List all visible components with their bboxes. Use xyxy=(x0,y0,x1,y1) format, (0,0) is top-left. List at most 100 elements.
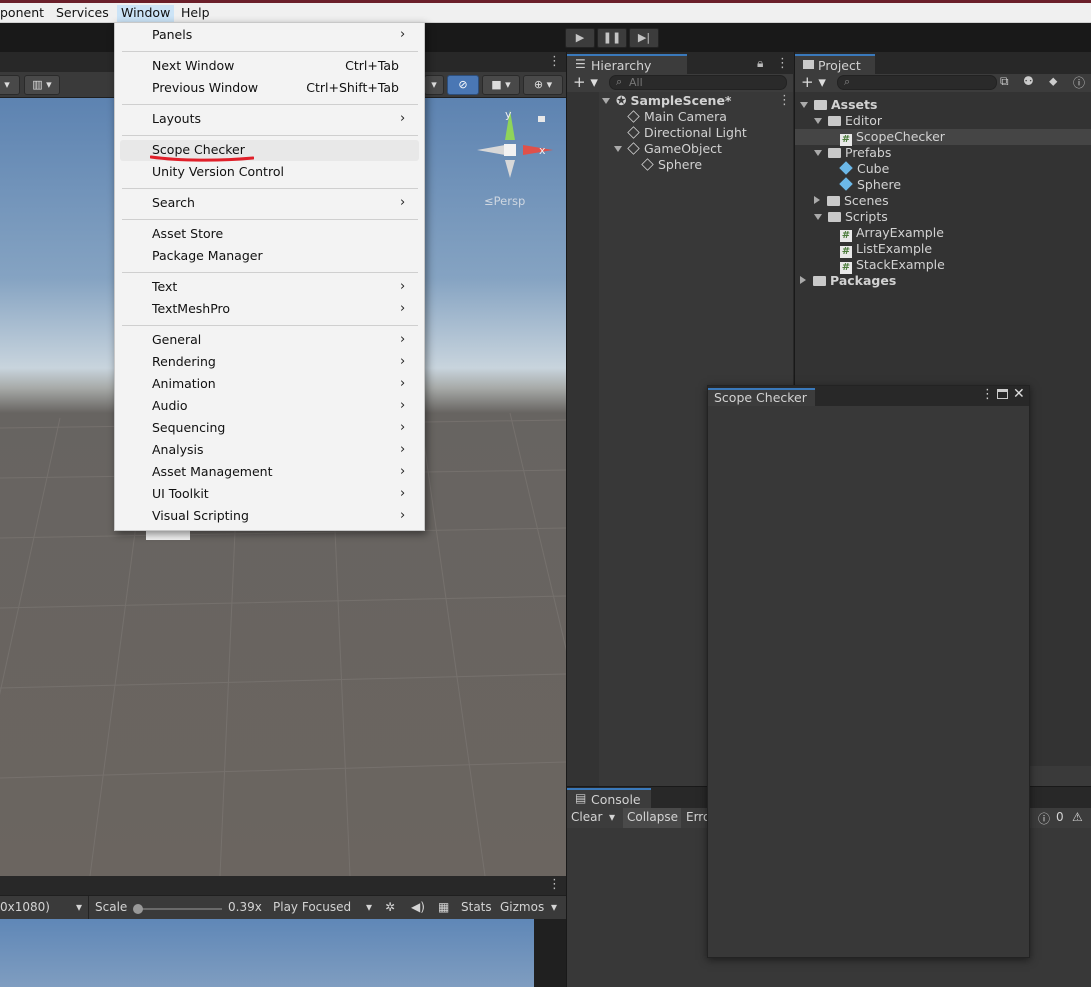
maximize-icon[interactable] xyxy=(997,389,1008,399)
stats-button[interactable]: Stats xyxy=(461,900,492,914)
mute-audio-icon[interactable]: ◀) xyxy=(411,900,425,914)
project-item-assets[interactable]: Assets xyxy=(800,97,877,113)
hierarchy-options-icon[interactable]: ⋮ xyxy=(776,56,789,71)
search-by-label-icon[interactable]: ⚉ xyxy=(1023,74,1034,88)
collapsed-arrow-icon[interactable] xyxy=(800,276,806,284)
expand-arrow-icon[interactable] xyxy=(814,150,822,156)
tab-hierarchy[interactable]: ☰ Hierarchy xyxy=(567,54,687,74)
hierarchy-search-input[interactable]: ⌕ All xyxy=(609,75,787,90)
expand-arrow-icon[interactable] xyxy=(800,102,808,108)
close-icon[interactable]: ✕ xyxy=(1013,386,1025,402)
hierarchy-lock-icon[interactable]: 🔒︎ xyxy=(757,56,763,71)
hierarchy-add-button[interactable]: + ▾ xyxy=(573,73,598,91)
scene-visibility-toggle[interactable]: ⊘ xyxy=(447,75,479,95)
lock-icon[interactable] xyxy=(538,116,545,122)
info-count-icon[interactable]: ⓘ xyxy=(1038,810,1050,827)
project-item-list-example[interactable]: # ListExample xyxy=(840,241,932,258)
project-item-scripts[interactable]: Scripts xyxy=(814,209,888,225)
project-item-cube[interactable]: Cube xyxy=(839,161,889,177)
expand-arrow-icon[interactable] xyxy=(602,98,610,104)
scene-options-icon[interactable]: ⋮ xyxy=(548,54,561,69)
menu-item-audio[interactable]: Audio xyxy=(152,397,188,415)
menu-component[interactable]: ponent xyxy=(0,5,48,22)
expand-arrow-icon[interactable] xyxy=(814,214,822,220)
menu-window[interactable]: Window xyxy=(117,5,175,22)
menu-item-package-manager[interactable]: Package Manager xyxy=(152,247,263,265)
pause-button[interactable]: ❚❚ xyxy=(597,28,627,48)
hierarchy-item-sphere[interactable]: Sphere xyxy=(641,157,702,173)
play-focused-dropdown[interactable]: Play Focused xyxy=(273,900,351,914)
game-options-icon[interactable]: ⋮ xyxy=(548,877,561,892)
tab-scope-checker[interactable]: Scope Checker xyxy=(708,388,815,406)
warning-icon[interactable]: ⚠ xyxy=(1072,810,1083,824)
menu-item-analysis[interactable]: Analysis xyxy=(152,441,204,459)
project-item-scope-checker[interactable]: # ScopeChecker xyxy=(840,129,945,146)
menu-item-previous-window[interactable]: Previous Window xyxy=(152,79,258,97)
project-item-sphere[interactable]: Sphere xyxy=(839,177,901,193)
step-button[interactable]: ▶| xyxy=(629,28,659,48)
persp-label[interactable]: ≤Persp xyxy=(484,194,525,208)
menu-item-layouts[interactable]: Layouts xyxy=(152,110,201,128)
menu-item-asset-management[interactable]: Asset Management xyxy=(152,463,272,481)
project-item-array-example[interactable]: # ArrayExample xyxy=(840,225,944,242)
audio-toggle[interactable]: ▥ ▾ xyxy=(24,75,60,95)
draw-mode-dropdown[interactable]: ▾ xyxy=(0,75,20,95)
menu-item-animation[interactable]: Animation xyxy=(152,375,216,393)
menu-item-visual-scripting[interactable]: Visual Scripting xyxy=(152,507,249,525)
tab-project[interactable]: Project xyxy=(795,54,875,74)
scale-slider-handle[interactable] xyxy=(133,904,143,914)
menu-help[interactable]: Help xyxy=(177,5,214,22)
scene-options-icon[interactable]: ⋮ xyxy=(778,93,791,108)
resolution-dropdown[interactable]: 0x1080) xyxy=(0,900,50,914)
project-add-button[interactable]: + ▾ xyxy=(801,73,826,91)
menu-item-ui-toolkit[interactable]: UI Toolkit xyxy=(152,485,209,503)
game-viewport[interactable] xyxy=(0,919,534,987)
camera-dropdown[interactable]: ■ ▾ xyxy=(482,75,520,95)
menu-item-asset-store[interactable]: Asset Store xyxy=(152,225,223,243)
expand-arrow-icon[interactable] xyxy=(814,118,822,124)
window-options-icon[interactable]: ⋮ xyxy=(981,387,994,402)
hierarchy-item-directional-light[interactable]: Directional Light xyxy=(627,125,747,141)
menu-item-unity-version-control[interactable]: Unity Version Control xyxy=(152,163,284,181)
console-clear-dropdown-icon[interactable]: ▾ xyxy=(609,810,615,824)
scene-row[interactable]: ✪ SampleScene* xyxy=(602,93,731,109)
project-item-packages[interactable]: Packages xyxy=(800,273,896,289)
menu-item-next-window[interactable]: Next Window xyxy=(152,57,234,75)
project-search-input[interactable]: ⌕ xyxy=(837,75,997,90)
play-mode-chevron-icon[interactable]: ▾ xyxy=(366,900,372,914)
project-item-stack-example[interactable]: # StackExample xyxy=(840,257,945,274)
project-item-editor[interactable]: Editor xyxy=(814,113,882,129)
tag-icon[interactable]: ⬥ xyxy=(1049,74,1057,89)
search-by-type-icon[interactable]: ⧉ xyxy=(1000,74,1009,89)
menu-item-general[interactable]: General xyxy=(152,331,201,349)
menu-item-text[interactable]: Text xyxy=(152,278,177,296)
bug-icon[interactable]: ✲ xyxy=(385,900,395,914)
hierarchy-item-label: Directional Light xyxy=(644,125,747,140)
info-icon[interactable]: ⓘ xyxy=(1073,74,1085,91)
project-item-prefabs[interactable]: Prefabs xyxy=(814,145,891,161)
gizmo-dropdown[interactable]: ⊕ ▾ xyxy=(523,75,563,95)
project-scrollbar[interactable] xyxy=(1030,766,1091,786)
resolution-chevron-icon[interactable]: ▾ xyxy=(76,900,82,914)
submenu-chevron-icon: › xyxy=(400,27,406,42)
scene-tool-button[interactable]: ▾ xyxy=(424,75,444,95)
hierarchy-item-gameobject[interactable]: GameObject xyxy=(614,141,722,157)
console-collapse-button[interactable]: Collapse xyxy=(627,810,678,824)
menu-item-panels[interactable]: Panels xyxy=(152,26,192,44)
tab-console[interactable]: ▤ Console xyxy=(567,788,651,808)
collapsed-arrow-icon[interactable] xyxy=(814,196,820,204)
keyboard-icon[interactable]: ▦ xyxy=(438,900,449,914)
gizmos-button[interactable]: Gizmos xyxy=(500,900,544,914)
expand-arrow-icon[interactable] xyxy=(614,146,622,152)
console-clear-button[interactable]: Clear xyxy=(571,810,602,824)
play-button[interactable]: ▶ xyxy=(565,28,595,48)
menu-item-search[interactable]: Search xyxy=(152,194,195,212)
project-item-scenes[interactable]: Scenes xyxy=(814,193,889,209)
menu-item-rendering[interactable]: Rendering xyxy=(152,353,216,371)
gizmos-chevron-icon[interactable]: ▾ xyxy=(551,900,557,914)
scale-slider[interactable] xyxy=(137,908,222,910)
menu-services[interactable]: Services xyxy=(52,5,113,22)
hierarchy-item-main-camera[interactable]: Main Camera xyxy=(627,109,727,125)
menu-item-sequencing[interactable]: Sequencing xyxy=(152,419,225,437)
menu-item-textmeshpro[interactable]: TextMeshPro xyxy=(152,300,230,318)
